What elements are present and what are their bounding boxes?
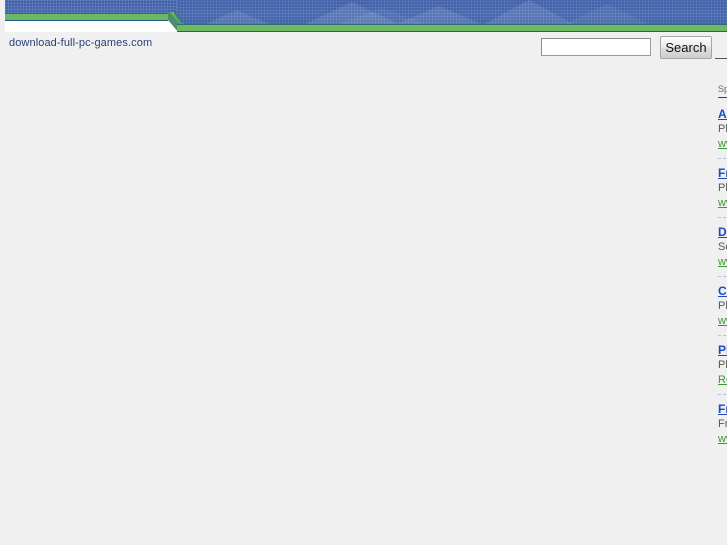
header-right-divider xyxy=(715,58,727,59)
ad-url-link[interactable]: www.PCGamesFree.com xyxy=(718,196,727,211)
ad-separator xyxy=(718,276,727,278)
banner-stripe-right xyxy=(177,24,727,32)
ad-url-link[interactable]: www.GameDownloads.net xyxy=(718,255,727,270)
ad-title-link[interactable]: CS Go Free Download xyxy=(718,284,727,299)
ad-url-link[interactable]: www.DownloadGames.org xyxy=(718,432,727,447)
ad-description: Search For Full Game Downloads. Fast, Fr… xyxy=(718,241,727,253)
ad-separator xyxy=(718,335,727,337)
ad-description: Play Counter Strike Online Free. Join Mi… xyxy=(718,300,727,312)
ad-item: Free Game Downloads Free Full Version Ga… xyxy=(718,402,727,447)
ad-title-link[interactable]: Free PC Games Download xyxy=(718,166,727,181)
ad-description: Free Full Version Game Downloads. Action… xyxy=(718,418,727,430)
ad-separator xyxy=(718,217,727,219)
ad-title-link[interactable]: Download Full Games xyxy=(718,225,727,240)
ad-url-link[interactable]: Results.Games-Online.com xyxy=(718,373,727,388)
ad-separator xyxy=(718,158,727,160)
main-content-area xyxy=(5,68,705,538)
search-input[interactable] xyxy=(541,38,651,56)
ad-url-link[interactable]: www.CounterStrike.com xyxy=(718,314,727,329)
ad-url-link[interactable]: www.FreeGamesDownload.com xyxy=(718,137,727,152)
sponsored-links-column: Sponsored links All Free Games Download … xyxy=(713,84,727,545)
site-header-banner xyxy=(0,0,727,32)
sponsored-links-divider xyxy=(718,97,727,98)
ad-item: Play Free Online Games Play The Best Fre… xyxy=(718,343,727,388)
search-button[interactable]: Search xyxy=(660,36,712,59)
ad-description: Play The Best Free Online Games. No Inst… xyxy=(718,359,727,371)
ad-item: Download Full Games Search For Full Game… xyxy=(718,225,727,270)
ad-item: All Free Games Download Play Thousands O… xyxy=(718,107,727,152)
banner-stripe-left xyxy=(5,13,177,21)
ad-separator xyxy=(718,394,727,396)
ad-title-link[interactable]: Play Free Online Games xyxy=(718,343,727,358)
sponsored-links-heading: Sponsored links xyxy=(718,84,727,94)
banner-left-white-fill xyxy=(5,21,177,32)
ad-item: CS Go Free Download Play Counter Strike … xyxy=(718,284,727,329)
ad-description: Play Thousands Of Free Games Now. No Dow… xyxy=(718,123,727,135)
ad-description: Play Full Version PC Games Free. Downloa… xyxy=(718,182,727,194)
ad-title-link[interactable]: All Free Games Download xyxy=(718,107,727,122)
site-logo-text[interactable]: download-full-pc-games.com xyxy=(9,37,152,50)
page-root: download-full-pc-games.com Search Sponso… xyxy=(0,0,727,545)
ad-title-link[interactable]: Free Game Downloads xyxy=(718,402,727,417)
ad-item: Free PC Games Download Play Full Version… xyxy=(718,166,727,211)
